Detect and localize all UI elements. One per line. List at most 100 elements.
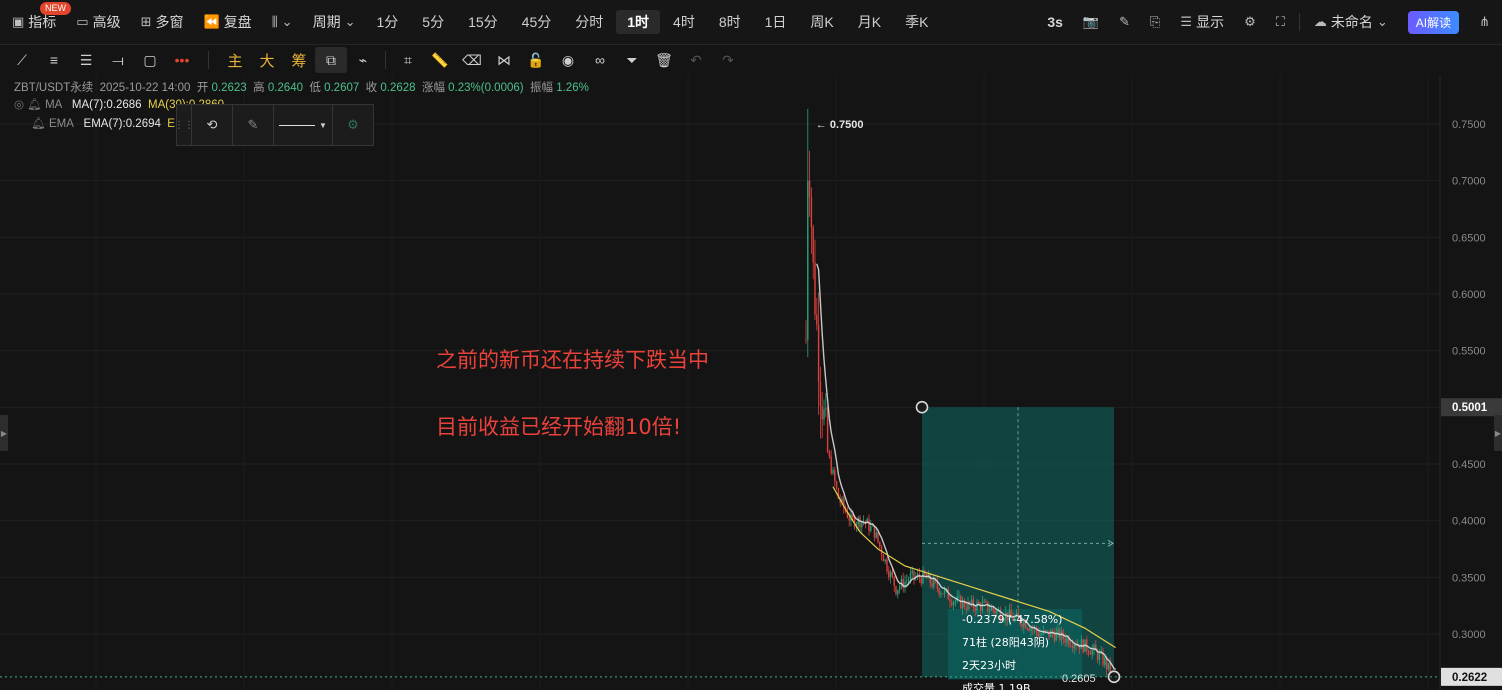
- candle-body: [1071, 645, 1074, 648]
- candle-body: [1105, 658, 1108, 670]
- eraser-icon: ⌫: [462, 51, 482, 68]
- pencil-icon: ✎: [1119, 14, 1131, 29]
- trend-line-tool[interactable]: ⟋: [6, 47, 38, 73]
- filter-tool[interactable]: ⏷: [616, 47, 648, 73]
- color-button[interactable]: ✎: [233, 105, 274, 145]
- settings-button[interactable]: ⚙: [1234, 8, 1266, 36]
- timeframe-option[interactable]: 月K: [847, 10, 892, 34]
- price-axis[interactable]: [1440, 75, 1502, 690]
- crop-tool[interactable]: ⌗: [392, 47, 424, 73]
- magnet-icon: ⧉: [326, 51, 336, 68]
- price-chart[interactable]: 0.75000.70000.65000.60000.55000.50000.45…: [0, 75, 1502, 690]
- timeframe-option[interactable]: 1分: [365, 10, 409, 34]
- chips-toggle[interactable]: 筹: [283, 47, 315, 73]
- camera-icon: 📷: [1082, 14, 1100, 29]
- gear-icon: ⚙: [1244, 14, 1256, 29]
- horizontal-ray-tool[interactable]: ⟞: [102, 47, 134, 73]
- layout-button[interactable]: ⎘: [1140, 8, 1170, 36]
- list-icon: ☰: [1180, 14, 1193, 29]
- candle-body: [1028, 628, 1030, 631]
- advanced-button[interactable]: ▭ 高级: [66, 8, 130, 36]
- timeframe-option[interactable]: 季K: [894, 10, 939, 34]
- more-tools[interactable]: •••: [166, 47, 198, 73]
- window-icon: ▭: [76, 14, 89, 29]
- collapse-left-handle[interactable]: ▶: [0, 415, 8, 451]
- timeframe-option[interactable]: 周K: [799, 10, 844, 34]
- link-tool[interactable]: ∞: [584, 47, 616, 73]
- screenshot-button[interactable]: 📷: [1073, 8, 1109, 36]
- bell-icon[interactable]: 🔔︎: [31, 118, 46, 130]
- collapse-right-handle[interactable]: ▶: [1494, 415, 1502, 451]
- candle-body: [949, 599, 951, 603]
- candle-body: [952, 602, 955, 605]
- edit-button[interactable]: ✎: [1109, 8, 1140, 36]
- delete-tool[interactable]: 🗑: [648, 47, 680, 73]
- rectangle-tool[interactable]: ▢: [134, 47, 166, 73]
- divider: [1298, 13, 1300, 31]
- y-tick-label: 0.4000: [1452, 516, 1486, 528]
- multi-window-button[interactable]: ⊞ 多窗: [131, 8, 194, 36]
- candle-body: [859, 517, 861, 528]
- candle-body: [942, 593, 944, 595]
- bell-icon[interactable]: 🔔︎: [27, 99, 42, 111]
- layout-name-dropdown[interactable]: ☁ 未命名 ⌄: [1304, 8, 1398, 36]
- candle-body: [888, 571, 890, 578]
- replay-button[interactable]: ⏪ 复盘: [194, 8, 262, 36]
- refresh-interval[interactable]: 3s: [1037, 8, 1073, 36]
- eraser-tool[interactable]: ⌁: [347, 47, 379, 73]
- ruler-tool[interactable]: 📏: [424, 47, 456, 73]
- timeframe-option[interactable]: 1日: [754, 10, 798, 34]
- measure-handle[interactable]: [915, 400, 929, 414]
- horizontal-lines-tool[interactable]: ☰: [70, 47, 102, 73]
- hide-tool[interactable]: ◉: [552, 47, 584, 73]
- main-indicator-toggle[interactable]: 主: [219, 47, 251, 73]
- timeframe-option[interactable]: 1时: [616, 10, 661, 34]
- divider: [208, 51, 209, 69]
- fullscreen-button[interactable]: ⛶: [1266, 8, 1295, 36]
- candle-body: [1044, 630, 1047, 632]
- candle-body: [895, 586, 897, 595]
- candle-body: [832, 470, 834, 474]
- timeframe-option[interactable]: 分时: [564, 10, 614, 34]
- parallel-tool[interactable]: ≡: [38, 47, 70, 73]
- template-button[interactable]: ⟲: [192, 105, 233, 145]
- line-style-dropdown[interactable]: ▼: [274, 105, 333, 145]
- timeframe-option[interactable]: 8时: [708, 10, 752, 34]
- timeframe-option[interactable]: 15分: [457, 10, 509, 34]
- candle-body: [972, 599, 975, 608]
- timeframe-option[interactable]: 45分: [511, 10, 563, 34]
- magnet-tool[interactable]: ⧉: [315, 47, 347, 73]
- candle-body: [983, 601, 985, 603]
- candle-body: [879, 541, 881, 547]
- eye-icon[interactable]: ◎: [14, 99, 24, 111]
- candle-body: [828, 452, 831, 457]
- big-order-toggle[interactable]: 大: [251, 47, 283, 73]
- y-tick-label: 0.6000: [1452, 289, 1486, 301]
- indicators-button[interactable]: ▣ 指标 NEW: [0, 2, 71, 36]
- candle-body: [1069, 645, 1072, 647]
- period-dropdown[interactable]: 周期 ⌄: [303, 8, 366, 36]
- candle-body: [821, 406, 823, 420]
- display-button[interactable]: ☰ 显示: [1170, 8, 1234, 36]
- lock-tool[interactable]: 🔓: [520, 47, 552, 73]
- undo-button[interactable]: ↶: [680, 47, 712, 73]
- timeframe-option[interactable]: 5分: [411, 10, 455, 34]
- candle-body: [877, 532, 879, 542]
- ai-button[interactable]: AI解读: [1398, 8, 1469, 36]
- candle-body: [913, 570, 915, 579]
- timeframe-option[interactable]: 4时: [662, 10, 706, 34]
- link-icon: ∞: [595, 52, 605, 68]
- crop-icon: ⌗: [404, 51, 412, 68]
- drag-handle[interactable]: ⋮⋮: [174, 105, 194, 145]
- settings-button[interactable]: ⚙: [333, 105, 373, 145]
- measure-bars: 71柱 (28阳43阴): [962, 635, 1049, 649]
- pattern-tool[interactable]: ⋈: [488, 47, 520, 73]
- share-button[interactable]: ⋔: [1469, 8, 1502, 36]
- candle-body: [1041, 634, 1043, 636]
- candle-body: [906, 580, 908, 582]
- redo-button[interactable]: ↷: [712, 47, 744, 73]
- chart-type-button[interactable]: ⫼ ⌄: [262, 8, 303, 36]
- redo-icon: ↷: [722, 51, 734, 68]
- ruler-icon: 📏: [431, 51, 449, 68]
- erase-tool[interactable]: ⌫: [456, 47, 488, 73]
